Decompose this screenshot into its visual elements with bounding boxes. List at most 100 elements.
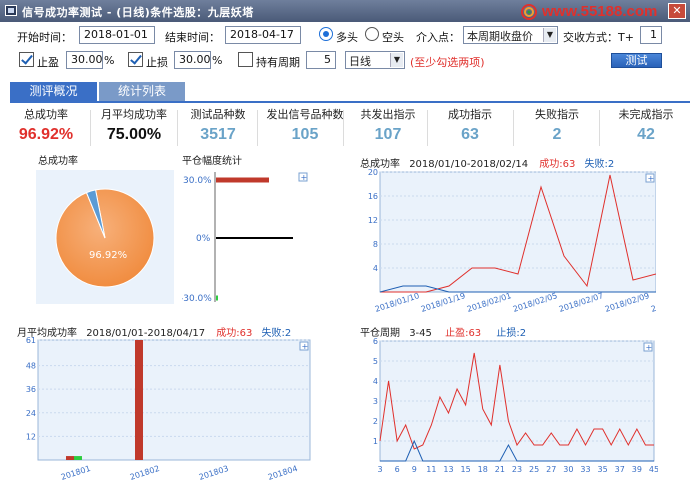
month-chart: 12 24 36 48 61 201801 201802 201803 201804 +: [26, 337, 311, 482]
tab-statistics-list[interactable]: 统计列表: [99, 82, 185, 102]
chevron-down-icon: ▼: [390, 53, 403, 67]
x-tick-label: 23: [512, 465, 522, 474]
line1-chart: 481216202018/01/10 2018/01/19 2018/02/01 20…: [368, 168, 656, 314]
end-date-input[interactable]: 2018-04-17: [225, 26, 301, 44]
trade-mode-input[interactable]: 1: [640, 26, 662, 44]
range-panel: 30.0% 0% -30.0% +: [180, 170, 310, 304]
x-tick-label: 21: [495, 465, 505, 474]
y-tick-label: 8: [373, 240, 378, 249]
x-tick-label: 15: [461, 465, 471, 474]
x-tick-label: 33: [580, 465, 590, 474]
stop-loss-checkbox[interactable]: [128, 52, 143, 67]
test-button[interactable]: 测试: [611, 53, 662, 68]
tab-overview[interactable]: 测评概况: [10, 82, 97, 102]
stat-label: 未完成指示: [618, 108, 674, 121]
end-date-label: 结束时间：: [165, 31, 220, 44]
x-tick-label: 13: [443, 465, 453, 474]
stat-value: 2: [552, 126, 562, 143]
x-tick-label: 2018/02/07: [558, 291, 605, 314]
window-title: 信号成功率测试 - (日线)条件选股：九层妖塔: [22, 6, 254, 19]
month-bar: [74, 456, 82, 460]
x-tick-label: 11: [426, 465, 436, 474]
x-tick-label: 3: [377, 465, 382, 474]
x-tick-label: 2018/01/19: [420, 291, 467, 314]
x-tick-label: 39: [632, 465, 642, 474]
x-tick-label: 201803: [198, 464, 230, 482]
period-value: 日线: [349, 55, 371, 68]
range-tick-label: 0%: [196, 234, 211, 244]
stat-value: 75.00%: [106, 126, 162, 143]
stat-value: 96.92%: [18, 126, 74, 143]
x-tick-label: 30: [563, 465, 573, 474]
stat-item: 月平均成功率 75.00%: [95, 104, 173, 152]
hold-period-checkbox[interactable]: [238, 52, 253, 67]
x-tick-label: 35: [598, 465, 608, 474]
period-chart: 1234563 6 9 11 13 15 18 21 23 25 27 30 33 35 37 39 45+: [373, 337, 658, 474]
pie-panel: 96.92%: [36, 170, 174, 304]
y-tick-label: 16: [368, 192, 378, 201]
close-button[interactable]: ✕: [668, 3, 686, 19]
stop-loss-percent: %: [212, 54, 223, 67]
short-radio[interactable]: [365, 27, 379, 41]
x-tick-label: 201801: [60, 464, 92, 482]
y-tick-label: 48: [26, 362, 36, 371]
stat-separator: [257, 110, 258, 146]
range-bar: [216, 295, 218, 301]
period-select[interactable]: 日线 ▼: [345, 51, 405, 69]
stat-label: 失败指示: [535, 108, 579, 121]
stat-value: 63: [461, 126, 479, 143]
stat-item: 总成功率 96.92%: [8, 104, 84, 152]
entry-point-select[interactable]: 本周期收盘价 ▼: [463, 26, 558, 44]
pie-chart: 96.92%: [55, 188, 155, 288]
y-tick-label: 12: [26, 432, 36, 441]
start-date-input[interactable]: 2018-01-01: [79, 26, 155, 44]
x-tick-label: 2018/02/05: [512, 291, 559, 314]
hold-period-input[interactable]: 5: [306, 51, 336, 69]
y-tick-label: 20: [368, 168, 378, 177]
trade-mode-label: 交收方式：T+: [563, 31, 634, 44]
stat-separator: [599, 110, 600, 146]
y-tick-label: 6: [373, 337, 378, 346]
stat-separator: [177, 110, 178, 146]
pie-slice-label: 96.92%: [89, 250, 127, 261]
take-profit-input[interactable]: 30.00: [66, 51, 103, 69]
stat-item: 发出信号品种数 105: [262, 104, 348, 152]
stop-loss-label: 止损: [146, 56, 168, 69]
range-bar: [216, 177, 269, 183]
watermark-text: www.55188.com: [542, 3, 658, 20]
take-profit-percent: %: [104, 54, 115, 67]
stat-separator: [427, 110, 428, 146]
take-profit-label: 止盈: [37, 56, 59, 69]
stat-item: 测试品种数 3517: [182, 104, 254, 152]
y-tick-label: 2: [373, 417, 378, 426]
hold-period-label: 持有周期: [256, 56, 300, 69]
x-tick-label: 201802: [129, 464, 161, 482]
range-tick-label: 30.0%: [183, 176, 212, 186]
range-tick-label: -30.0%: [182, 294, 212, 304]
logo-swirl-icon: [521, 4, 537, 20]
stat-item: 共发出指示 107: [348, 104, 428, 152]
expand-icon-glyph: +: [646, 343, 653, 352]
x-tick-label: 37: [615, 465, 625, 474]
x-tick-label: 6: [395, 465, 400, 474]
stat-label: 发出信号品种数: [266, 108, 344, 121]
entry-point-value: 本周期收盘价: [467, 30, 533, 43]
long-radio[interactable]: [319, 27, 333, 41]
short-label: 空头: [382, 31, 404, 44]
take-profit-checkbox[interactable]: [19, 52, 34, 67]
x-tick-label: 2018/01/10: [374, 291, 421, 314]
chevron-down-icon: ▼: [543, 28, 556, 42]
stat-value: 42: [637, 126, 655, 143]
x-tick-label: 18: [478, 465, 488, 474]
y-tick-label: 12: [368, 216, 378, 225]
long-label: 多头: [336, 31, 358, 44]
stop-loss-input[interactable]: 30.00: [174, 51, 211, 69]
stat-separator: [90, 110, 91, 146]
y-tick-label: 24: [26, 409, 36, 418]
tab-divider: [10, 101, 690, 103]
y-tick-label: 4: [373, 264, 378, 273]
y-tick-label: 5: [373, 357, 378, 366]
pie-panel-title: 总成功率: [38, 156, 78, 167]
stat-separator: [343, 110, 344, 146]
app-icon: [5, 5, 17, 16]
